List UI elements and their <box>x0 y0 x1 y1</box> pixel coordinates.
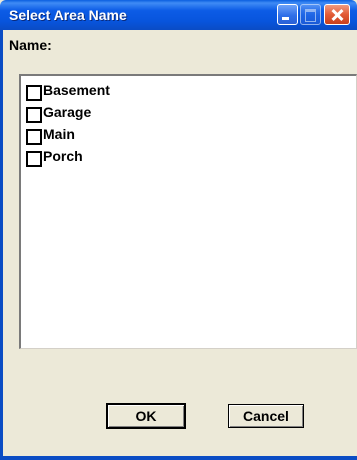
maximize-icon <box>300 4 321 25</box>
checkbox[interactable] <box>26 129 42 145</box>
close-icon[interactable] <box>324 4 350 25</box>
checkbox[interactable] <box>26 85 42 101</box>
window-frame-bottom <box>0 456 357 460</box>
checkbox[interactable] <box>26 151 42 167</box>
name-label: Name: <box>9 37 52 53</box>
window-title: Select Area Name <box>9 7 127 23</box>
list-item-label: Porch <box>43 148 83 164</box>
ok-button[interactable]: OK <box>106 403 186 429</box>
area-name-list[interactable]: Basement Garage Main Porch <box>19 74 357 349</box>
window-frame-left <box>0 30 3 460</box>
list-item-label: Main <box>43 126 75 142</box>
cancel-button[interactable]: Cancel <box>228 404 304 428</box>
title-bar[interactable]: Select Area Name <box>0 0 357 30</box>
list-item-label: Basement <box>43 82 110 98</box>
minimize-icon[interactable] <box>277 4 298 25</box>
checkbox[interactable] <box>26 107 42 123</box>
list-item-label: Garage <box>43 104 92 120</box>
